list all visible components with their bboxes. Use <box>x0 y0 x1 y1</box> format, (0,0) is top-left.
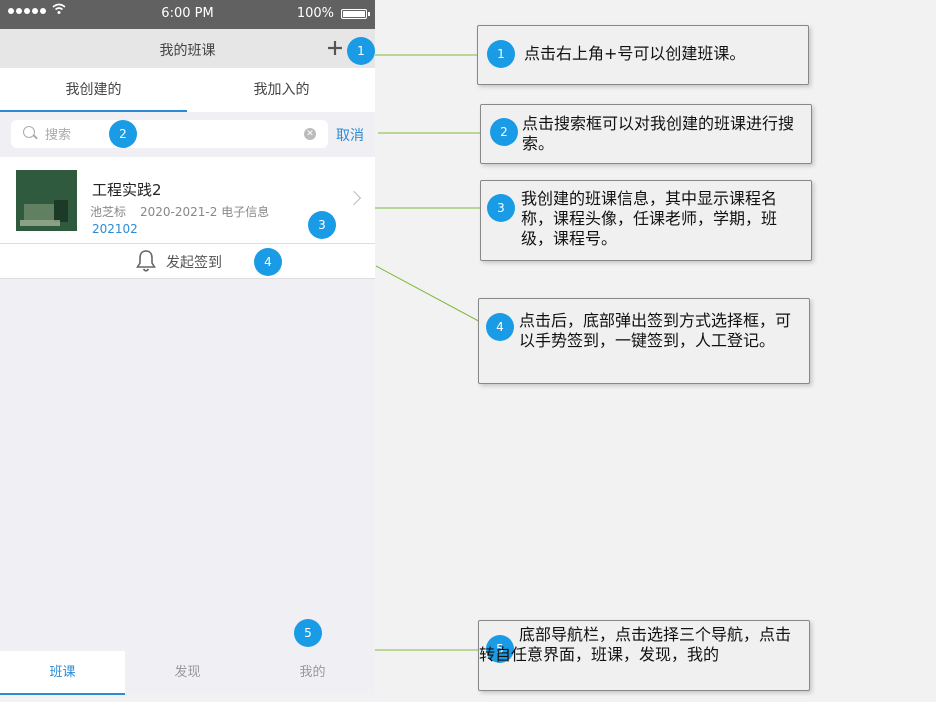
note-2-number: 2 <box>490 118 518 146</box>
tab-created[interactable]: 我创建的 <box>0 68 187 112</box>
chevron-right-icon <box>346 190 362 206</box>
plus-icon <box>328 41 342 55</box>
note-4-number: 4 <box>486 313 514 341</box>
course-code: 202102 <box>92 222 138 236</box>
status-bar: 6:00 PM 100% <box>0 0 375 29</box>
course-name: 工程实践2 <box>92 181 162 199</box>
course-avatar <box>16 170 77 231</box>
nav-bar: 我的班课 <box>0 29 375 68</box>
checkin-button[interactable]: 发起签到 <box>0 244 375 279</box>
note-5: 5 底部导航栏，点击选择三个导航，点击转自任意界面，班课，发现，我的 <box>478 620 810 691</box>
phone-screen: 6:00 PM 100% 我的班课 我创建的 我加入的 ✕ 取消 工程实践2 池… <box>0 0 375 695</box>
battery-percent: 100% <box>296 6 334 21</box>
course-term-class: 2020-2021-2 电子信息 <box>140 205 270 219</box>
checkin-label: 发起签到 <box>166 255 222 271</box>
note-1: 1 点击右上角+号可以创建班课。 <box>477 25 809 85</box>
marker-4: 4 <box>254 248 282 276</box>
battery-icon <box>341 9 370 19</box>
page-title: 我的班课 <box>159 43 216 59</box>
note-4-text: 点击后，底部弹出签到方式选择框，可以手势签到，一键签到，人工登记。 <box>519 311 792 350</box>
note-3-number: 3 <box>487 194 515 222</box>
tab-bar: 我创建的 我加入的 <box>0 68 375 113</box>
clear-icon[interactable]: ✕ <box>304 128 316 140</box>
nav-item-discover[interactable]: 发现 <box>125 651 250 695</box>
marker-3: 3 <box>308 211 336 239</box>
marker-5: 5 <box>294 619 322 647</box>
search-box: ✕ <box>11 120 328 148</box>
marker-1: 1 <box>347 37 375 65</box>
course-meta: 池芝标 2020-2021-2 电子信息 <box>90 203 283 220</box>
note-1-number: 1 <box>487 40 515 68</box>
add-class-button[interactable] <box>324 35 346 61</box>
bell-icon <box>136 250 156 272</box>
cancel-button[interactable]: 取消 <box>336 125 364 145</box>
search-input[interactable] <box>43 124 297 146</box>
note-3-text: 我创建的班课信息，其中显示课程名称，课程头像，任课老师，学期，班级，课程号。 <box>521 189 778 248</box>
note-2-text: 点击搜索框可以对我创建的班课进行搜索。 <box>522 114 795 153</box>
note-3: 3 我创建的班课信息，其中显示课程名称，课程头像，任课老师，学期，班级，课程号。 <box>480 180 812 261</box>
note-1-text: 点击右上角+号可以创建班课。 <box>524 44 746 63</box>
note-5-text: 底部导航栏，点击选择三个导航，点击转自任意界面，班课，发现，我的 <box>479 625 792 664</box>
bottom-nav: 班课 发现 我的 <box>0 651 375 695</box>
note-2: 2 点击搜索框可以对我创建的班课进行搜索。 <box>480 104 812 164</box>
search-row: ✕ 取消 <box>0 112 375 156</box>
note-4: 4 点击后，底部弹出签到方式选择框，可以手势签到，一键签到，人工登记。 <box>478 298 810 384</box>
tab-joined[interactable]: 我加入的 <box>188 68 375 112</box>
course-teacher: 池芝标 <box>90 205 127 219</box>
nav-item-mine[interactable]: 我的 <box>250 651 375 695</box>
nav-item-classes[interactable]: 班课 <box>0 651 125 695</box>
search-icon <box>23 126 35 138</box>
marker-2: 2 <box>109 120 137 148</box>
